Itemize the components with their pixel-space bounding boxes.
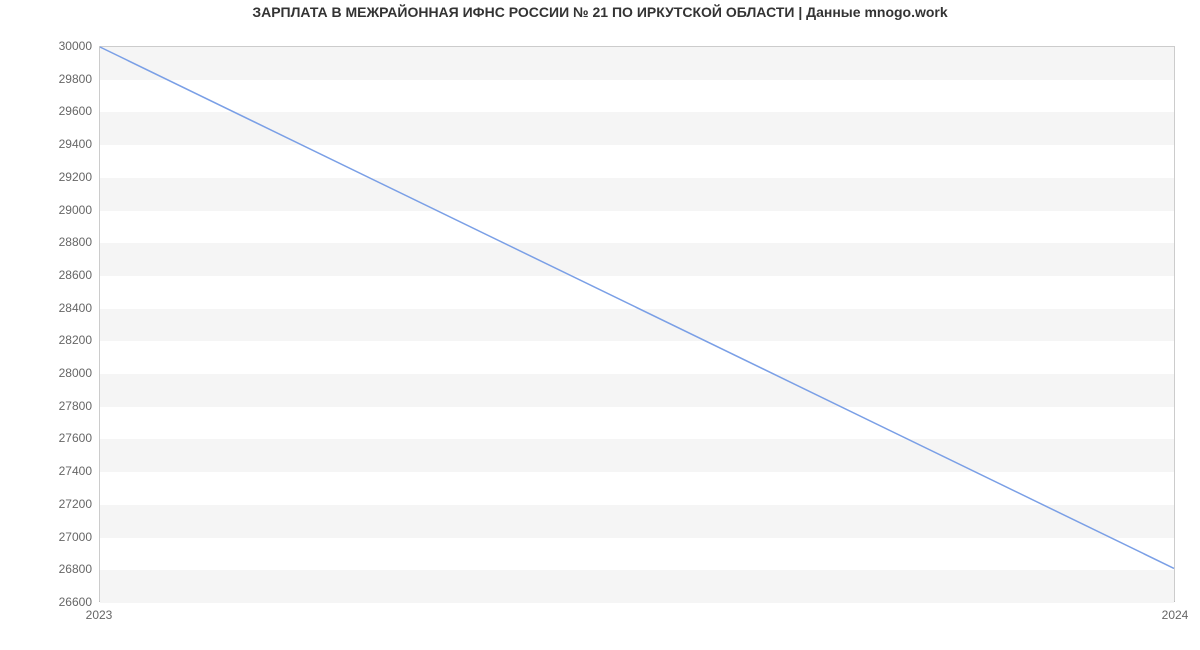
y-tick-label: 29400 xyxy=(12,137,92,151)
y-tick-label: 27600 xyxy=(12,431,92,445)
y-tick-label: 29600 xyxy=(12,104,92,118)
y-tick-label: 28800 xyxy=(12,235,92,249)
x-tick-label: 2023 xyxy=(86,608,113,622)
y-tick-label: 26800 xyxy=(12,562,92,576)
chart-container: ЗАРПЛАТА В МЕЖРАЙОННАЯ ИФНС РОССИИ № 21 … xyxy=(0,0,1200,650)
y-tick-label: 28400 xyxy=(12,301,92,315)
y-tick-label: 28200 xyxy=(12,333,92,347)
y-tick-label: 27800 xyxy=(12,399,92,413)
x-tick-label: 2024 xyxy=(1162,608,1189,622)
y-tick-label: 28600 xyxy=(12,268,92,282)
y-tick-label: 27000 xyxy=(12,530,92,544)
y-tick-label: 28000 xyxy=(12,366,92,380)
y-tick-label: 29200 xyxy=(12,170,92,184)
y-tick-label: 29000 xyxy=(12,203,92,217)
series-line xyxy=(100,47,1174,568)
y-tick-label: 26600 xyxy=(12,595,92,609)
y-tick-label: 30000 xyxy=(12,39,92,53)
y-tick-label: 29800 xyxy=(12,72,92,86)
chart-title: ЗАРПЛАТА В МЕЖРАЙОННАЯ ИФНС РОССИИ № 21 … xyxy=(0,4,1200,20)
y-tick-label: 27400 xyxy=(12,464,92,478)
plot-area xyxy=(99,46,1175,602)
y-tick-label: 27200 xyxy=(12,497,92,511)
line-series xyxy=(100,47,1174,601)
